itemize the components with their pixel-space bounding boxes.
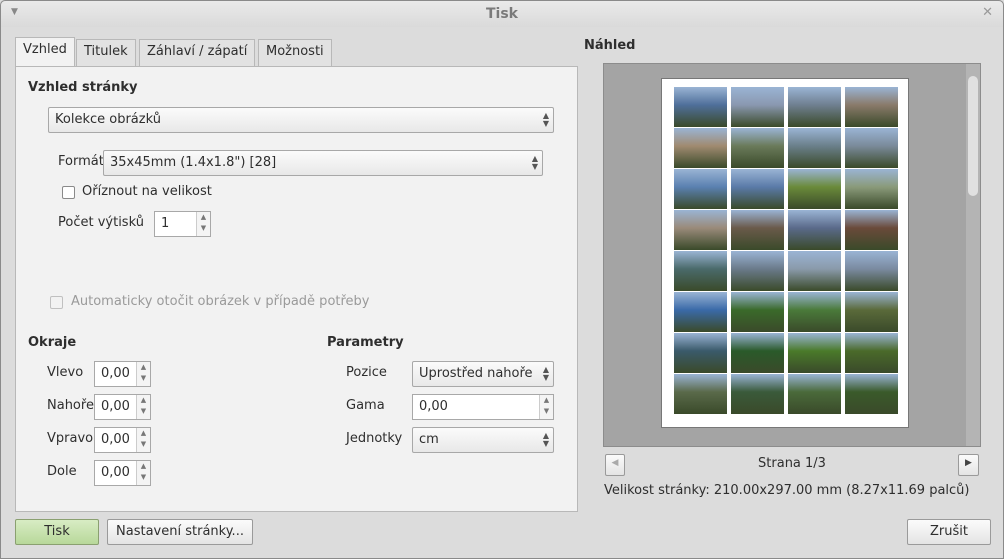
preview-page (661, 78, 909, 428)
layout-panel: Vzhled stránky Kolekce obrázků ▲ ▼ Formát … (15, 66, 578, 512)
page-indicator: Strana 1/3 (758, 456, 826, 471)
photo-thumbnail (674, 374, 727, 414)
updown-icon: ▲ ▼ (542, 365, 549, 382)
units-value: cm (419, 432, 439, 447)
window-title: Tisk (486, 6, 518, 22)
layout-type-value: Kolekce obrázků (55, 112, 161, 127)
crop-label: Oříznout na velikost (82, 184, 212, 199)
photo-thumbnail (788, 169, 841, 209)
spin-buttons[interactable]: ▲ ▼ (196, 212, 210, 236)
params-title: Parametry (327, 335, 404, 350)
margin-left-spinner[interactable]: 0,00 ▲ ▼ (94, 361, 151, 387)
margin-top-label: Nahoře (47, 398, 94, 413)
photo-thumbnail (731, 210, 784, 250)
spin-buttons[interactable]: ▲ ▼ (136, 362, 150, 386)
format-value: 35x45mm (1.4x1.8") [28] (110, 155, 277, 170)
print-dialog: ▼ Tisk ✕ Vzhled Titulek Záhlaví / zápatí… (0, 0, 1004, 559)
tab-moznosti[interactable]: Možnosti (258, 39, 332, 66)
gamma-spinner[interactable]: 0,00 ▲ ▼ (412, 394, 554, 420)
copies-value: 1 (161, 216, 170, 231)
scrollbar-thumb[interactable] (968, 76, 978, 196)
photo-thumbnail (731, 169, 784, 209)
margin-right-label: Vpravo (47, 431, 94, 446)
photo-thumbnail (845, 169, 898, 209)
photo-thumbnail (674, 210, 727, 250)
right-arrow-icon: ▶ (965, 458, 972, 468)
photo-thumbnail (731, 87, 784, 127)
margin-top-spinner[interactable]: 0,00 ▲ ▼ (94, 394, 151, 420)
photo-thumbnail (731, 292, 784, 332)
autorotate-label: Automaticky otočit obrázek v případě pot… (71, 294, 370, 309)
updown-icon: ▲ ▼ (542, 111, 549, 128)
gamma-value: 0,00 (419, 399, 448, 414)
margin-value: 0,00 (101, 465, 130, 480)
photo-thumbnail (788, 374, 841, 414)
spin-buttons[interactable]: ▲ ▼ (136, 461, 150, 485)
crop-checkbox[interactable] (62, 186, 75, 199)
copies-label: Počet výtisků (58, 215, 144, 230)
spin-buttons[interactable]: ▲ ▼ (136, 395, 150, 419)
updown-icon: ▲ ▼ (531, 154, 538, 171)
gamma-label: Gama (346, 398, 385, 413)
photo-thumbnail (788, 128, 841, 168)
photo-thumbnail (788, 333, 841, 373)
autorotate-checkbox[interactable] (50, 296, 63, 309)
format-select[interactable]: 35x45mm (1.4x1.8") [28] ▲ ▼ (103, 150, 543, 176)
tab-titulek[interactable]: Titulek (76, 39, 136, 66)
photo-thumbnail (674, 87, 727, 127)
photo-thumbnail (674, 169, 727, 209)
section-title-layout: Vzhled stránky (28, 80, 138, 95)
tab-zahlavi-zapati[interactable]: Záhlaví / zápatí (139, 39, 256, 66)
spin-buttons[interactable]: ▲ ▼ (136, 428, 150, 452)
preview-area (603, 63, 981, 447)
photo-thumbnail (788, 251, 841, 291)
copies-spinner[interactable]: 1 ▲ ▼ (154, 211, 211, 237)
preview-scrollbar[interactable] (966, 64, 980, 446)
spin-buttons[interactable]: ▲ ▼ (539, 395, 553, 419)
margin-value: 0,00 (101, 366, 130, 381)
photo-thumbnail (674, 333, 727, 373)
photo-thumbnail (845, 210, 898, 250)
photo-thumbnail (731, 374, 784, 414)
photo-thumbnail (845, 251, 898, 291)
next-page-button[interactable]: ▶ (958, 454, 979, 476)
photo-thumbnail (674, 251, 727, 291)
photo-thumbnail (788, 210, 841, 250)
margin-bottom-label: Dole (47, 464, 77, 479)
margin-bottom-spinner[interactable]: 0,00 ▲ ▼ (94, 460, 151, 486)
photo-thumbnail (845, 87, 898, 127)
updown-icon: ▲ ▼ (542, 431, 549, 448)
units-select[interactable]: cm ▲ ▼ (412, 427, 554, 453)
photo-thumbnail (731, 333, 784, 373)
cancel-button[interactable]: Zrušit (907, 519, 991, 545)
layout-type-select[interactable]: Kolekce obrázků ▲ ▼ (48, 107, 554, 133)
close-icon[interactable]: ✕ (982, 5, 993, 20)
tab-vzhled[interactable]: Vzhled (15, 37, 75, 67)
position-value: Uprostřed nahoře (419, 366, 533, 381)
page-setup-button[interactable]: Nastavení stránky... (107, 519, 253, 545)
photo-thumbnail (731, 251, 784, 291)
photo-thumbnail (674, 292, 727, 332)
photo-thumbnail (731, 128, 784, 168)
units-label: Jednotky (346, 431, 403, 446)
photo-thumbnail (788, 87, 841, 127)
position-select[interactable]: Uprostřed nahoře ▲ ▼ (412, 361, 554, 387)
margins-title: Okraje (28, 335, 77, 350)
photo-thumbnail (788, 292, 841, 332)
photo-thumbnail (674, 128, 727, 168)
print-button[interactable]: Tisk (15, 519, 99, 545)
preview-title: Náhled (584, 38, 636, 53)
margin-value: 0,00 (101, 432, 130, 447)
title-bar: ▼ Tisk ✕ (1, 1, 1003, 27)
photo-thumbnail (845, 333, 898, 373)
photo-thumbnail (845, 292, 898, 332)
margin-value: 0,00 (101, 399, 130, 414)
margin-right-spinner[interactable]: 0,00 ▲ ▼ (94, 427, 151, 453)
photo-thumbnail (845, 128, 898, 168)
photo-thumbnail (845, 374, 898, 414)
format-label: Formát (58, 154, 104, 169)
position-label: Pozice (346, 365, 387, 380)
margin-left-label: Vlevo (47, 365, 84, 380)
page-size-info: Velikost stránky: 210.00x297.00 mm (8.27… (604, 483, 970, 498)
